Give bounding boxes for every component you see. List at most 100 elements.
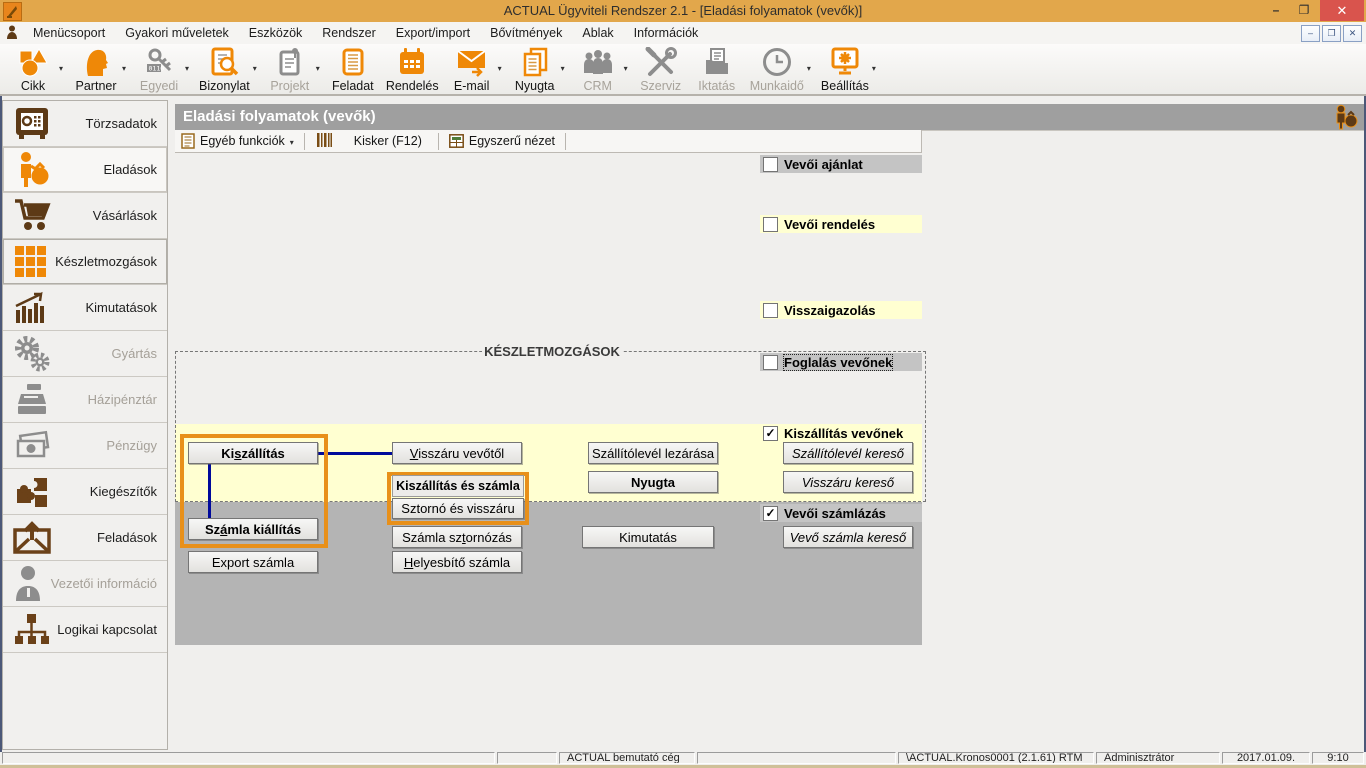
kisker-button[interactable]: Kisker (F12) <box>348 131 428 152</box>
toolbar-item-beallitas[interactable]: Beállítás <box>821 46 869 93</box>
kimutatas-button[interactable]: Kimutatás <box>582 526 714 548</box>
bizonylat-dropdown-arrow[interactable] <box>253 64 257 73</box>
flow-step-vevoi-szamlazas[interactable]: ✓ Vevői számlázás <box>760 504 922 522</box>
barcode-icon <box>317 133 332 150</box>
visszaru-kereso-button[interactable]: Visszáru kereső <box>783 471 913 493</box>
toolbar-item-bizonylat[interactable]: Bizonylat <box>199 46 250 93</box>
sidebar-item-keszletmozgasok[interactable]: Készletmozgások <box>3 239 167 285</box>
simple-view-button[interactable]: Egyszerű nézet <box>443 131 561 152</box>
flow-step-label: Kiszállítás vevőnek <box>784 426 903 441</box>
flow-step-vevoi-rendeles[interactable]: Vevői rendelés <box>760 215 922 233</box>
szallitolevel-lezarasa-button[interactable]: Szállítólevél lezárása <box>588 442 718 464</box>
sidebar-item-eladasok[interactable]: Eladások <box>3 147 167 193</box>
page-toolbar: Egyéb funkciók Kisker (F12) Egyszerű néz… <box>175 130 922 153</box>
toolbar-label: CRM <box>583 79 611 93</box>
sidebar-item-kimutatasok[interactable]: Kimutatások <box>3 285 167 331</box>
toolbar-item-partner[interactable]: Partner <box>73 46 119 93</box>
sztorno-es-visszaru-button[interactable]: Sztornó és visszáru <box>392 498 524 519</box>
view-icon <box>449 134 464 148</box>
sidebar-label: Készletmozgások <box>55 254 157 269</box>
sales-flow-diagram: KÉSZLETMOZGÁSOK Vevői ajánlat Vevői rend… <box>175 153 1364 750</box>
app-window: ACTUAL Ügyviteli Rendszer 2.1 - [Eladási… <box>0 0 1366 768</box>
sidebar-item-feladasok[interactable]: Feladások <box>3 515 167 561</box>
toolbar-item-nyugta[interactable]: Nyugta <box>512 46 558 93</box>
beallitas-dropdown-arrow[interactable] <box>872 64 876 73</box>
helyesbito-szamla-button[interactable]: Helyesbítő számla <box>392 551 522 573</box>
restore-button[interactable] <box>1292 0 1316 21</box>
menu-bar: Menücsoport Gyakori műveletek Eszközök R… <box>0 22 1366 44</box>
checkbox[interactable] <box>763 355 778 370</box>
cikk-dropdown-arrow[interactable] <box>59 64 63 73</box>
hierarchy-icon <box>13 612 57 648</box>
checkbox[interactable]: ✓ <box>763 426 778 441</box>
key-icon: 0110 <box>144 46 174 78</box>
email-dropdown-arrow[interactable] <box>498 64 502 73</box>
mdi-window-controls <box>1301 25 1362 42</box>
checkbox[interactable]: ✓ <box>763 506 778 521</box>
visszaru-vevotol-button[interactable]: Visszáru vevőtől <box>392 442 522 464</box>
vevo-szamla-kereso-button[interactable]: Vevő számla kereső <box>783 526 913 548</box>
envelope-icon <box>456 46 488 78</box>
checkbox[interactable] <box>763 217 778 232</box>
menu-informaciok[interactable]: Információk <box>624 22 709 44</box>
kiszallitas-button[interactable]: Kiszállítás <box>188 442 318 464</box>
sidebar-item-logikai-kapcsolat[interactable]: Logikai kapcsolat <box>3 607 167 653</box>
nyugta-button[interactable]: Nyugta <box>588 471 718 493</box>
notepad-icon <box>338 46 368 78</box>
crm-dropdown-arrow[interactable] <box>624 64 628 73</box>
status-time: 9:10 <box>1312 752 1364 764</box>
checkbox[interactable] <box>763 303 778 318</box>
toolbar-item-cikk[interactable]: Cikk <box>10 46 56 93</box>
egyedi-dropdown-arrow[interactable] <box>185 64 189 73</box>
sidebar-item-kiegeszitok[interactable]: Kiegészítők <box>3 469 167 515</box>
menu-menucsoport[interactable]: Menücsoport <box>23 22 115 44</box>
export-szamla-button[interactable]: Export számla <box>188 551 318 573</box>
flow-step-kiszallitas-vevonek[interactable]: ✓ Kiszállítás vevőnek <box>760 424 922 442</box>
button-label: Számla sztornózás <box>402 530 512 545</box>
mdi-restore-button[interactable] <box>1322 25 1341 42</box>
szamla-kiallitas-button[interactable]: Számla kiállítás <box>188 518 318 540</box>
nyugta-dropdown-arrow[interactable] <box>561 64 565 73</box>
toolbar-label: Cikk <box>21 79 45 93</box>
projekt-dropdown-arrow[interactable] <box>316 64 320 73</box>
sidebar-item-vasarlasok[interactable]: Vásárlások <box>3 193 167 239</box>
minimize-button[interactable] <box>1264 0 1288 21</box>
close-button[interactable] <box>1320 0 1364 21</box>
grid-icon <box>13 244 55 280</box>
menu-eszkozok[interactable]: Eszközök <box>239 22 313 44</box>
toolbar-item-email[interactable]: E-mail <box>449 46 495 93</box>
toolbar-label: E-mail <box>454 79 489 93</box>
munkaido-dropdown-arrow[interactable] <box>807 64 811 73</box>
archive-icon <box>702 46 732 78</box>
toolbar-item-crm: CRM <box>575 46 621 93</box>
menu-gyakori-muveletek[interactable]: Gyakori műveletek <box>115 22 239 44</box>
flow-step-visszaigazolas[interactable]: Visszaigazolás <box>760 301 922 319</box>
menu-person-icon <box>6 25 19 42</box>
toolbar-item-rendeles[interactable]: Rendelés <box>386 46 439 93</box>
checkbox[interactable] <box>763 157 778 172</box>
salesman-header-icon <box>1332 104 1360 139</box>
menu-ablak[interactable]: Ablak <box>572 22 623 44</box>
mdi-minimize-button[interactable] <box>1301 25 1320 42</box>
mdi-close-button[interactable] <box>1343 25 1362 42</box>
main-panel: Eladási folyamatok (vevők) Egyéb funkció… <box>175 104 1364 750</box>
bar-chart-icon <box>13 290 57 326</box>
menu-bovitmenyek[interactable]: Bővítmények <box>480 22 572 44</box>
flow-step-vevoi-ajanlat[interactable]: Vevői ajánlat <box>760 155 922 173</box>
person-icon <box>13 565 51 603</box>
other-functions-button[interactable]: Egyéb funkciók <box>175 131 300 152</box>
flow-step-foglalas-vevonek[interactable]: Foglalás vevőnek <box>760 353 922 371</box>
menu-rendszer[interactable]: Rendszer <box>312 22 386 44</box>
menu-export-import[interactable]: Export/import <box>386 22 480 44</box>
partner-dropdown-arrow[interactable] <box>122 64 126 73</box>
flow-step-label: Vevői rendelés <box>784 217 875 232</box>
main-toolbar: Cikk Partner 0110 Egyedi Bizonylat <box>0 44 1366 96</box>
szallitolevel-kereso-button[interactable]: Szállítólevél kereső <box>783 442 913 464</box>
szamla-sztornozas-button[interactable]: Számla sztornózás <box>392 526 522 548</box>
toolbar-label: Szerviz <box>640 79 681 93</box>
connector-kiszallitas-visszaru <box>318 452 394 455</box>
sidebar-item-torzsadatok[interactable]: Törzsadatok <box>3 101 167 147</box>
button-label: Kiszállítás <box>221 446 285 461</box>
button-label: Visszáru vevőtől <box>410 446 504 461</box>
toolbar-item-feladat[interactable]: Feladat <box>330 46 376 93</box>
